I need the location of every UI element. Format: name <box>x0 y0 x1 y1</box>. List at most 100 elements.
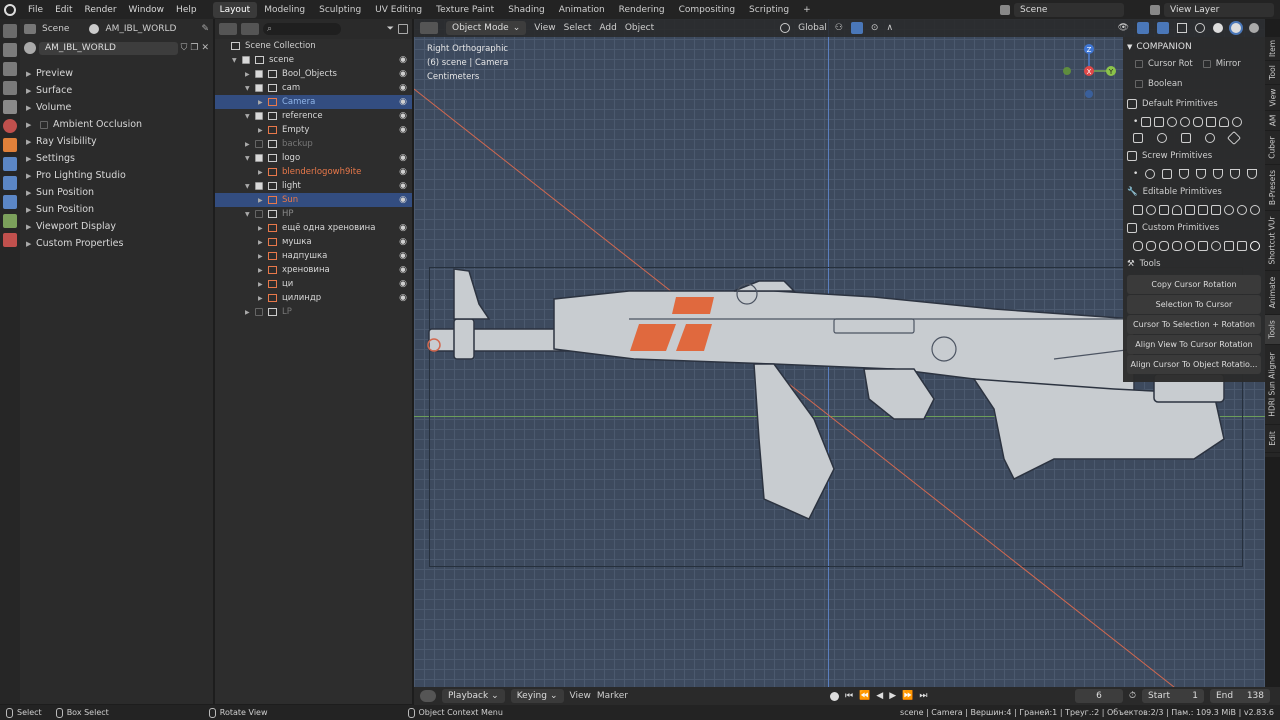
outliner-editor-type-icon[interactable] <box>219 23 237 35</box>
blender-logo-icon[interactable] <box>4 3 16 16</box>
custom-rounded-icon-1[interactable] <box>1133 241 1143 251</box>
screw-vase-icon[interactable] <box>1247 169 1258 179</box>
disclosure-right-icon[interactable]: ▶ <box>258 169 268 176</box>
copy-cursor-rotation-button[interactable]: Copy Cursor Rotation <box>1127 275 1261 294</box>
outliner-root-row[interactable]: Scene Collection <box>215 39 412 53</box>
disclosure-down-icon[interactable]: ▼ <box>245 155 255 162</box>
cursor-to-selection-rotation-button[interactable]: Cursor To Selection + Rotation <box>1127 315 1261 334</box>
tab-b-presets[interactable]: B-Presets <box>1265 165 1280 211</box>
outliner-row[interactable]: ▼ cam ◉ <box>215 81 412 95</box>
editable-disc-icon[interactable] <box>1250 205 1260 215</box>
exclude-checkbox[interactable] <box>255 308 263 316</box>
boolean-checkbox[interactable] <box>1135 80 1143 88</box>
new-collection-icon[interactable] <box>398 24 408 34</box>
render-tab-icon[interactable] <box>3 43 17 57</box>
disclosure-down-icon[interactable]: ▼ <box>245 85 255 92</box>
outliner-row[interactable]: ▼ reference ◉ <box>215 109 412 123</box>
disclosure-right-icon[interactable]: ▶ <box>258 225 268 232</box>
visibility-eye-icon[interactable]: ◉ <box>399 153 407 163</box>
companion-header[interactable]: ▼ COMPANION <box>1127 39 1261 54</box>
editable-sphere-icon[interactable] <box>1146 205 1156 215</box>
visibility-eye-icon[interactable]: ◉ <box>399 195 407 205</box>
jump-end-icon[interactable]: ⏭ <box>919 691 927 701</box>
disclosure-right-icon[interactable]: ▶ <box>245 141 255 148</box>
diamond-icon[interactable] <box>1226 130 1242 146</box>
curve-icon[interactable] <box>1205 133 1215 143</box>
tab-animate[interactable]: Animate <box>1265 271 1280 315</box>
disclosure-right-icon[interactable]: ▶ <box>245 309 255 316</box>
shading-wireframe-icon[interactable] <box>1195 23 1205 33</box>
monkey-icon[interactable] <box>1157 133 1167 143</box>
texture-tab-icon[interactable] <box>3 233 17 247</box>
exclude-checkbox[interactable] <box>255 84 263 92</box>
disclosure-right-icon[interactable]: ▶ <box>258 197 268 204</box>
tab-am[interactable]: AM <box>1265 111 1280 131</box>
cube-primitive-icon[interactable] <box>1154 117 1165 127</box>
output-tab-icon[interactable] <box>3 62 17 76</box>
world-name-field[interactable]: AM_IBL_WORLD <box>39 41 178 55</box>
screw-point-icon[interactable]: • <box>1133 169 1138 179</box>
outliner-row[interactable]: ▶ хреновина ◉ <box>215 263 412 277</box>
outliner-row[interactable]: ▶ надпушка ◉ <box>215 249 412 263</box>
section-settings[interactable]: ▶ Settings <box>20 150 213 167</box>
keying-menu[interactable]: Keying ⌄ <box>510 689 564 703</box>
particles-tab-icon[interactable] <box>3 176 17 190</box>
custom-ring-icon[interactable] <box>1250 241 1260 251</box>
custom-circle-icon[interactable] <box>1211 241 1221 251</box>
menu-edit[interactable]: Edit <box>49 5 78 15</box>
display-mode-icon[interactable] <box>241 23 259 35</box>
outliner-row[interactable]: ▶ ци ◉ <box>215 277 412 291</box>
start-frame-field[interactable]: Start 1 <box>1142 689 1204 703</box>
gizmo-toggle-icon[interactable] <box>1137 22 1149 34</box>
custom-corner-icon[interactable] <box>1237 241 1247 251</box>
tab-animation[interactable]: Animation <box>552 2 612 18</box>
navigation-gizmo[interactable]: Z Y X <box>1063 44 1116 98</box>
play-reverse-icon[interactable]: ◀ <box>876 691 883 701</box>
editor-type-icon[interactable] <box>24 24 36 34</box>
outliner-row[interactable]: ▶ Bool_Objects ◉ <box>215 67 412 81</box>
custom-cross-icon[interactable] <box>1198 241 1208 251</box>
world-tab-icon[interactable] <box>3 119 17 133</box>
custom-rounded-icon-5[interactable] <box>1185 241 1195 251</box>
screw-cone-icon[interactable] <box>1230 169 1241 179</box>
ambient-occlusion-checkbox[interactable] <box>40 120 48 129</box>
menu-object[interactable]: Object <box>625 23 654 33</box>
tab-cuber[interactable]: Cuber <box>1265 131 1280 165</box>
visibility-eye-icon[interactable]: ◉ <box>399 251 407 261</box>
exclude-checkbox[interactable] <box>255 182 263 190</box>
ico-sphere-icon[interactable] <box>1193 117 1204 127</box>
visibility-eye-icon[interactable]: ◉ <box>399 83 407 93</box>
filter-icon[interactable]: ⏷ <box>387 24 394 34</box>
jump-start-icon[interactable]: ⏮ <box>845 691 853 701</box>
disclosure-down-icon[interactable]: ▼ <box>245 183 255 190</box>
tab-shading[interactable]: Shading <box>501 2 552 18</box>
disclosure-right-icon[interactable]: ▶ <box>258 267 268 274</box>
selection-to-cursor-button[interactable]: Selection To Cursor <box>1127 295 1261 314</box>
cursor-rot-checkbox[interactable] <box>1135 60 1143 68</box>
tool-tab-icon[interactable] <box>3 24 17 38</box>
text-primitive-icon[interactable] <box>1181 133 1191 143</box>
outliner-row[interactable]: ▶ мушка ◉ <box>215 235 412 249</box>
overlay-toggle-icon[interactable] <box>1157 22 1169 34</box>
uv-sphere-icon[interactable] <box>1180 117 1191 127</box>
disclosure-down-icon[interactable]: ▼ <box>245 113 255 120</box>
cone-icon[interactable] <box>1219 117 1230 127</box>
menu-help[interactable]: Help <box>170 5 203 15</box>
scene-tab-icon[interactable] <box>3 100 17 114</box>
orientation-dropdown[interactable]: Global <box>798 23 827 33</box>
tab-tool[interactable]: Tool <box>1265 61 1280 85</box>
section-ray-visibility[interactable]: ▶ Ray Visibility <box>20 133 213 150</box>
section-sun-position-1[interactable]: ▶ Sun Position <box>20 184 213 201</box>
object-tab-icon[interactable] <box>3 138 17 152</box>
tab-sculpting[interactable]: Sculpting <box>312 2 368 18</box>
view-layer-tab-icon[interactable] <box>3 81 17 95</box>
tab-texture-paint[interactable]: Texture Paint <box>429 2 501 18</box>
circle-icon[interactable] <box>1167 117 1178 127</box>
tab-item[interactable]: Item <box>1265 37 1280 61</box>
snap-icon[interactable] <box>850 22 863 34</box>
outliner-row[interactable]: ▶ цилиндр ◉ <box>215 291 412 305</box>
modifier-tab-icon[interactable] <box>3 157 17 171</box>
view-layer-selector[interactable]: View Layer <box>1164 2 1274 17</box>
outliner-row[interactable]: ▶ Camera ◉ <box>215 95 412 109</box>
outliner-row[interactable]: ▶ LP <box>215 305 412 319</box>
